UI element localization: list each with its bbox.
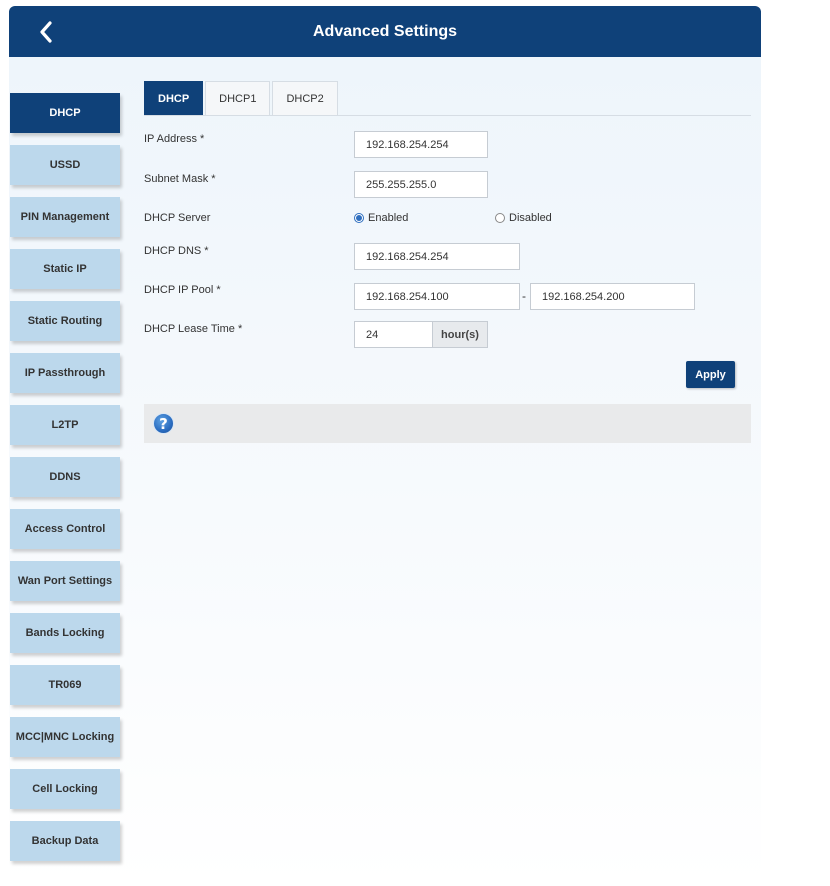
ip-address-input[interactable] [354, 131, 488, 158]
sidebar-item-static-ip[interactable]: Static IP [10, 249, 120, 289]
tab-divider [144, 115, 751, 116]
sidebar-item-backup-data[interactable]: Backup Data [10, 821, 120, 861]
ip-pool-separator: - [522, 289, 526, 303]
tab-dhcp2[interactable]: DHCP2 [272, 81, 338, 115]
ip-address-label: IP Address * [144, 133, 205, 145]
dhcp-dns-input[interactable] [354, 243, 520, 270]
sidebar-item-access-control[interactable]: Access Control [10, 509, 120, 549]
enabled-label: Enabled [368, 212, 409, 224]
sidebar-item-pin-management[interactable]: PIN Management [10, 197, 120, 237]
ip-pool-end-input[interactable] [530, 283, 695, 310]
radio-unchecked-icon [495, 213, 505, 223]
dhcp-server-enabled-radio[interactable]: Enabled [354, 212, 408, 224]
dhcp-ip-pool-label: DHCP IP Pool * [144, 284, 221, 296]
sidebar-item-tr069[interactable]: TR069 [10, 665, 120, 705]
header-bar: Advanced Settings [9, 6, 761, 57]
tab-bar: DHCP DHCP1 DHCP2 [144, 81, 340, 115]
sidebar-item-dhcp[interactable]: DHCP [10, 93, 120, 133]
sidebar-item-wan-port-settings[interactable]: Wan Port Settings [10, 561, 120, 601]
sidebar-item-mcc-mnc-locking[interactable]: MCC|MNC Locking [10, 717, 120, 757]
subnet-mask-input[interactable] [354, 171, 488, 198]
sidebar-item-static-routing[interactable]: Static Routing [10, 301, 120, 341]
sidebar-item-ddns[interactable]: DDNS [10, 457, 120, 497]
dhcp-dns-label: DHCP DNS * [144, 245, 209, 257]
sidebar-item-cell-locking[interactable]: Cell Locking [10, 769, 120, 809]
dhcp-server-label: DHCP Server [144, 212, 211, 224]
subnet-mask-label: Subnet Mask * [144, 173, 216, 185]
dhcp-server-disabled-radio[interactable]: Disabled [495, 212, 552, 224]
help-bar: ? [144, 404, 751, 443]
question-icon[interactable]: ? [153, 413, 174, 434]
lease-time-unit: hour(s) [432, 321, 488, 348]
sidebar-item-ip-passthrough[interactable]: IP Passthrough [10, 353, 120, 393]
tab-dhcp1[interactable]: DHCP1 [205, 81, 271, 115]
page-title: Advanced Settings [312, 23, 458, 40]
sidebar-item-ussd[interactable]: USSD [10, 145, 120, 185]
disabled-label: Disabled [509, 212, 552, 224]
apply-button[interactable]: Apply [686, 361, 735, 388]
lease-time-label: DHCP Lease Time * [144, 323, 243, 335]
radio-checked-icon [354, 213, 364, 223]
ip-pool-start-input[interactable] [354, 283, 520, 310]
lease-time-input[interactable] [354, 321, 433, 348]
sidebar-item-bands-locking[interactable]: Bands Locking [10, 613, 120, 653]
sidebar-item-l2tp[interactable]: L2TP [10, 405, 120, 445]
tab-dhcp[interactable]: DHCP [144, 81, 204, 115]
